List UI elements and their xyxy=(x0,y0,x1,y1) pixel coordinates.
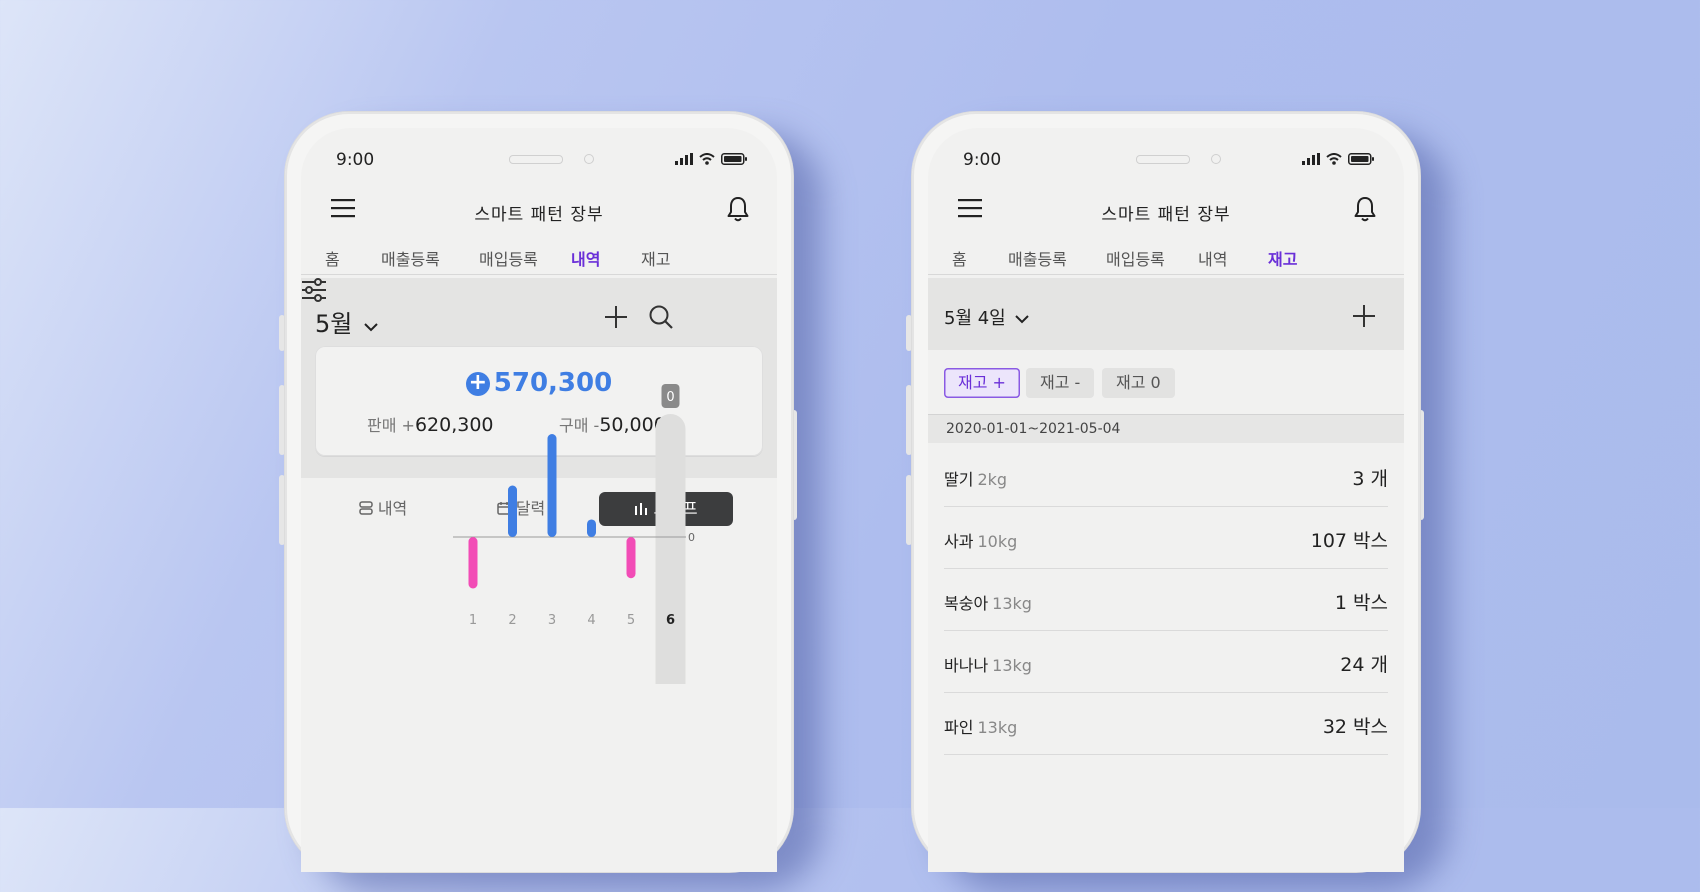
chart-bar xyxy=(508,485,517,537)
x-tick-label: 3 xyxy=(548,613,556,628)
selected-day-column xyxy=(655,414,686,684)
value-bubble-label: 0 xyxy=(666,390,674,405)
item-name: 딸기 2kg xyxy=(944,466,1007,490)
tab-sales-register[interactable]: 매출등록 xyxy=(1002,246,1073,280)
item-name: 파인 13kg xyxy=(944,714,1017,738)
item-qty: 1 박스 xyxy=(1334,592,1388,614)
add-icon[interactable] xyxy=(604,305,628,329)
item-name: 바나나 13kg xyxy=(944,652,1032,676)
status-time: 9:00 xyxy=(336,150,375,170)
speaker-grille xyxy=(509,155,563,164)
front-camera xyxy=(584,154,594,164)
right-screen: 9:00 스마트 패턴 장부 홈 매출등록 매입등록 내역 재고 5월 4일 재… xyxy=(928,128,1404,872)
app-title: 스마트 패턴 장부 xyxy=(1101,205,1231,225)
x-tick-label: 2 xyxy=(508,613,516,628)
item-name-text: 복숭아 xyxy=(944,594,989,613)
item-name-text: 딸기 xyxy=(944,470,974,489)
chart-bar xyxy=(626,537,636,579)
chart-bar xyxy=(587,519,596,537)
app-bar: 스마트 패턴 장부 xyxy=(928,188,1404,232)
status-bar: 9:00 xyxy=(301,150,777,174)
status-time: 9:00 xyxy=(963,150,1002,170)
inventory-row[interactable]: 딸기 2kg 3 개 xyxy=(944,444,1388,507)
app-title: 스마트 패턴 장부 xyxy=(474,205,604,225)
wifi-icon xyxy=(699,153,715,165)
chart-bar xyxy=(468,537,478,589)
x-tick-label: 4 xyxy=(587,613,595,628)
item-spec: 13kg xyxy=(977,718,1018,737)
tab-purchase-register[interactable]: 매입등록 xyxy=(473,246,544,280)
daily-bar-chart: 0 0 1 2 3 4 5 6 xyxy=(453,384,695,684)
front-camera xyxy=(1211,154,1221,164)
battery-icon xyxy=(1348,153,1374,165)
filter-stock-plus[interactable]: 재고 + xyxy=(944,368,1020,398)
stock-filter-chips: 재고 + 재고 - 재고 0 xyxy=(944,368,1388,404)
date-range-text: 2020-01-01~2021-05-04 xyxy=(946,421,1121,437)
left-phone: 9:00 스마트 패턴 장부 홈 매출등록 매입등록 내역 재고 5월 + 57… xyxy=(285,112,793,872)
signal-icon xyxy=(1302,153,1320,165)
date-range-bar: 2020-01-01~2021-05-04 xyxy=(928,414,1404,443)
add-icon[interactable] xyxy=(1352,304,1376,328)
filter-stock-minus[interactable]: 재고 - xyxy=(1026,368,1095,398)
item-name: 사과 10kg xyxy=(944,528,1017,552)
tab-home[interactable]: 홈 xyxy=(946,246,973,280)
inventory-row[interactable]: 파인 13kg 32 박스 xyxy=(944,692,1388,755)
tab-purchase-register[interactable]: 매입등록 xyxy=(1100,246,1171,280)
chevron-down-icon xyxy=(1015,315,1030,324)
month-label: 5월 xyxy=(315,310,353,338)
inventory-row[interactable]: 복숭아 13kg 1 박스 xyxy=(944,568,1388,631)
item-spec: 2kg xyxy=(977,470,1008,489)
x-tick-label: 1 xyxy=(469,613,477,628)
date-label: 5월 4일 xyxy=(944,308,1006,329)
left-screen: 9:00 스마트 패턴 장부 홈 매출등록 매입등록 내역 재고 5월 + 57… xyxy=(301,128,777,872)
item-qty: 32 박스 xyxy=(1322,716,1388,738)
item-name-text: 바나나 xyxy=(944,656,989,675)
status-icons xyxy=(675,153,747,165)
inventory-row[interactable]: 사과 10kg 107 박스 xyxy=(944,506,1388,569)
month-selector[interactable]: 5월 xyxy=(315,304,378,339)
tab-home[interactable]: 홈 xyxy=(319,246,346,280)
nav-tabs: 홈 매출등록 매입등록 내역 재고 xyxy=(301,238,777,283)
battery-icon xyxy=(721,153,747,165)
item-name: 복숭아 13kg xyxy=(944,590,1032,614)
status-icons xyxy=(1302,153,1374,165)
item-name-text: 사과 xyxy=(944,532,974,551)
date-selector[interactable]: 5월 4일 xyxy=(944,304,1030,330)
wifi-icon xyxy=(1326,153,1342,165)
bell-icon[interactable] xyxy=(727,196,749,222)
date-header: 5월 4일 xyxy=(928,278,1404,350)
chevron-down-icon xyxy=(364,323,378,332)
x-tick-label: 6 xyxy=(666,613,675,628)
bell-icon[interactable] xyxy=(1354,196,1376,222)
speaker-grille xyxy=(1136,155,1190,164)
zero-axis-label: 0 xyxy=(688,531,695,544)
app-bar: 스마트 패턴 장부 xyxy=(301,188,777,232)
item-qty: 24 개 xyxy=(1340,654,1388,676)
inventory-row[interactable]: 바나나 13kg 24 개 xyxy=(944,630,1388,693)
status-bar: 9:00 xyxy=(928,150,1404,174)
chart-bar xyxy=(547,434,557,537)
search-icon[interactable] xyxy=(649,305,673,329)
right-phone: 9:00 스마트 패턴 장부 홈 매출등록 매입등록 내역 재고 5월 4일 재… xyxy=(912,112,1420,872)
item-spec: 13kg xyxy=(992,656,1032,675)
signal-icon xyxy=(675,153,693,165)
tab-inventory[interactable]: 재고 xyxy=(635,246,676,280)
filter-icon[interactable] xyxy=(301,278,327,302)
item-qty: 107 박스 xyxy=(1310,530,1388,552)
filter-stock-zero[interactable]: 재고 0 xyxy=(1102,368,1175,398)
tab-history[interactable]: 내역 xyxy=(1192,246,1233,280)
x-tick-label: 5 xyxy=(627,613,635,628)
item-spec: 10kg xyxy=(977,532,1018,551)
nav-tabs: 홈 매출등록 매입등록 내역 재고 xyxy=(928,238,1404,283)
item-spec: 13kg xyxy=(992,594,1032,613)
item-qty: 3 개 xyxy=(1352,468,1388,490)
item-name-text: 파인 xyxy=(944,718,974,737)
tab-sales-register[interactable]: 매출등록 xyxy=(375,246,446,280)
